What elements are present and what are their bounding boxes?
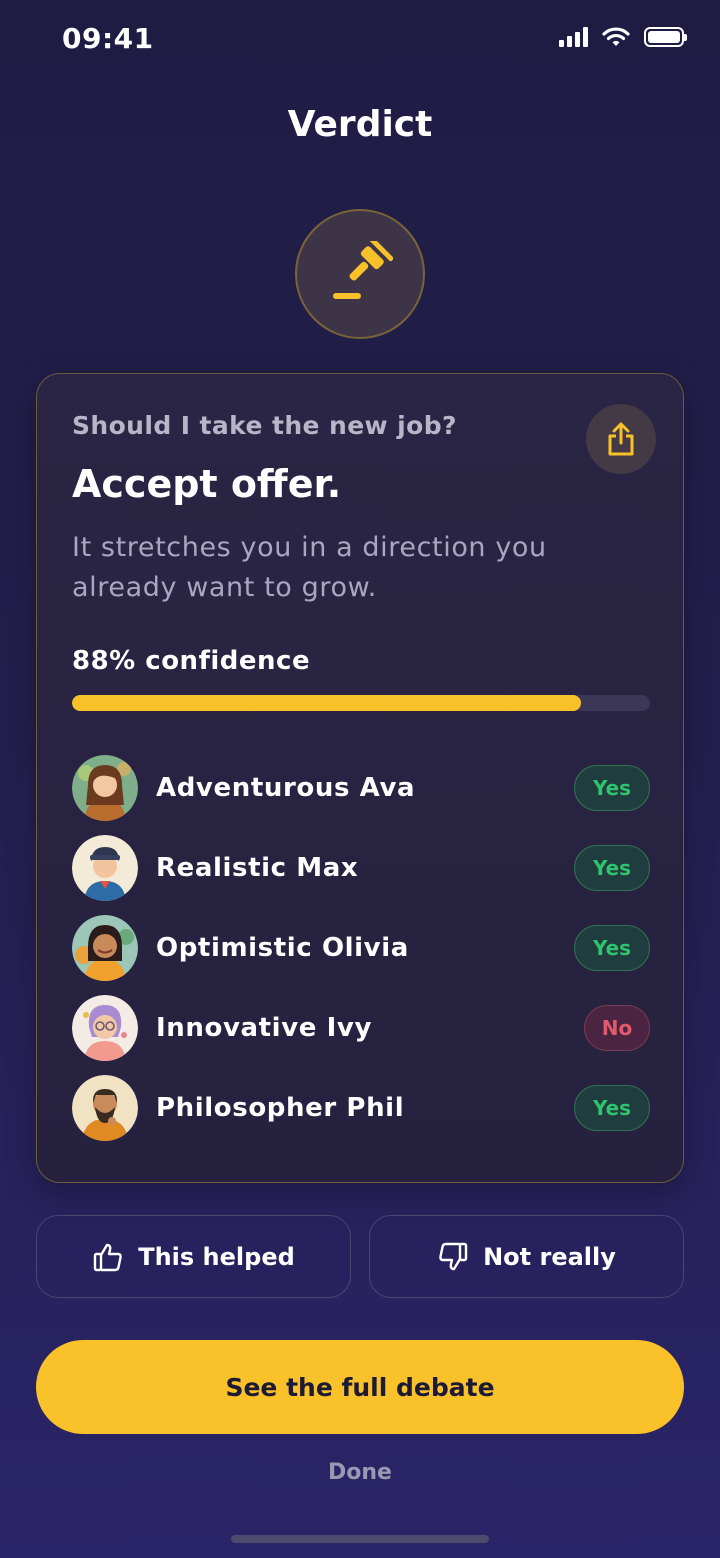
avatar [72, 835, 138, 901]
voter-list: Adventurous Ava Yes Realistic Max Yes Op… [72, 748, 650, 1148]
cellular-signal-icon [559, 27, 588, 47]
vote-badge: Yes [574, 765, 650, 811]
this-helped-button[interactable]: This helped [36, 1215, 351, 1298]
verdict-explanation: It stretches you in a direction you alre… [72, 532, 547, 603]
voter-name: Optimistic Olivia [156, 933, 409, 963]
done-button[interactable]: Done [0, 1460, 720, 1485]
status-time: 09:41 [62, 22, 154, 55]
list-item: Innovative Ivy No [72, 988, 650, 1068]
voter-name: Philosopher Phil [156, 1093, 405, 1123]
list-item: Adventurous Ava Yes [72, 748, 650, 828]
confidence-label: 88% confidence [72, 646, 311, 676]
see-full-debate-button[interactable]: See the full debate [36, 1340, 684, 1434]
not-really-label: Not really [483, 1242, 616, 1271]
vote-badge: Yes [574, 1085, 650, 1131]
confidence-progress-fill [72, 695, 581, 711]
vote-badge: Yes [574, 845, 650, 891]
question-text: Should I take the new job? [72, 411, 457, 440]
verdict-card: Should I take the new job? Accept offer.… [36, 373, 684, 1183]
wifi-icon [602, 27, 630, 46]
page-title: Verdict [287, 104, 433, 145]
voter-name: Adventurous Ava [156, 773, 416, 803]
status-bar: 09:41 [0, 0, 720, 80]
avatar [72, 995, 138, 1061]
verdict-badge [295, 209, 425, 339]
not-really-button[interactable]: Not really [369, 1215, 684, 1298]
list-item: Optimistic Olivia Yes [72, 908, 650, 988]
list-item: Realistic Max Yes [72, 828, 650, 908]
thumbs-up-icon [94, 1243, 122, 1271]
battery-icon [644, 27, 687, 47]
vote-badge: No [584, 1005, 650, 1051]
avatar [72, 755, 138, 821]
gavel-icon [333, 241, 393, 299]
voter-name: Realistic Max [156, 853, 359, 883]
share-button[interactable] [586, 404, 656, 474]
verdict-title: Accept offer. [72, 462, 342, 506]
this-helped-label: This helped [138, 1242, 295, 1271]
thumbs-down-icon [439, 1242, 468, 1270]
voter-name: Innovative Ivy [156, 1013, 372, 1043]
list-item: Philosopher Phil Yes [72, 1068, 650, 1148]
vote-badge: Yes [574, 925, 650, 971]
home-indicator [231, 1535, 489, 1543]
avatar [72, 1075, 138, 1141]
confidence-progress-bar [72, 695, 650, 711]
share-icon [608, 422, 634, 456]
avatar [72, 915, 138, 981]
status-icons [559, 26, 687, 48]
